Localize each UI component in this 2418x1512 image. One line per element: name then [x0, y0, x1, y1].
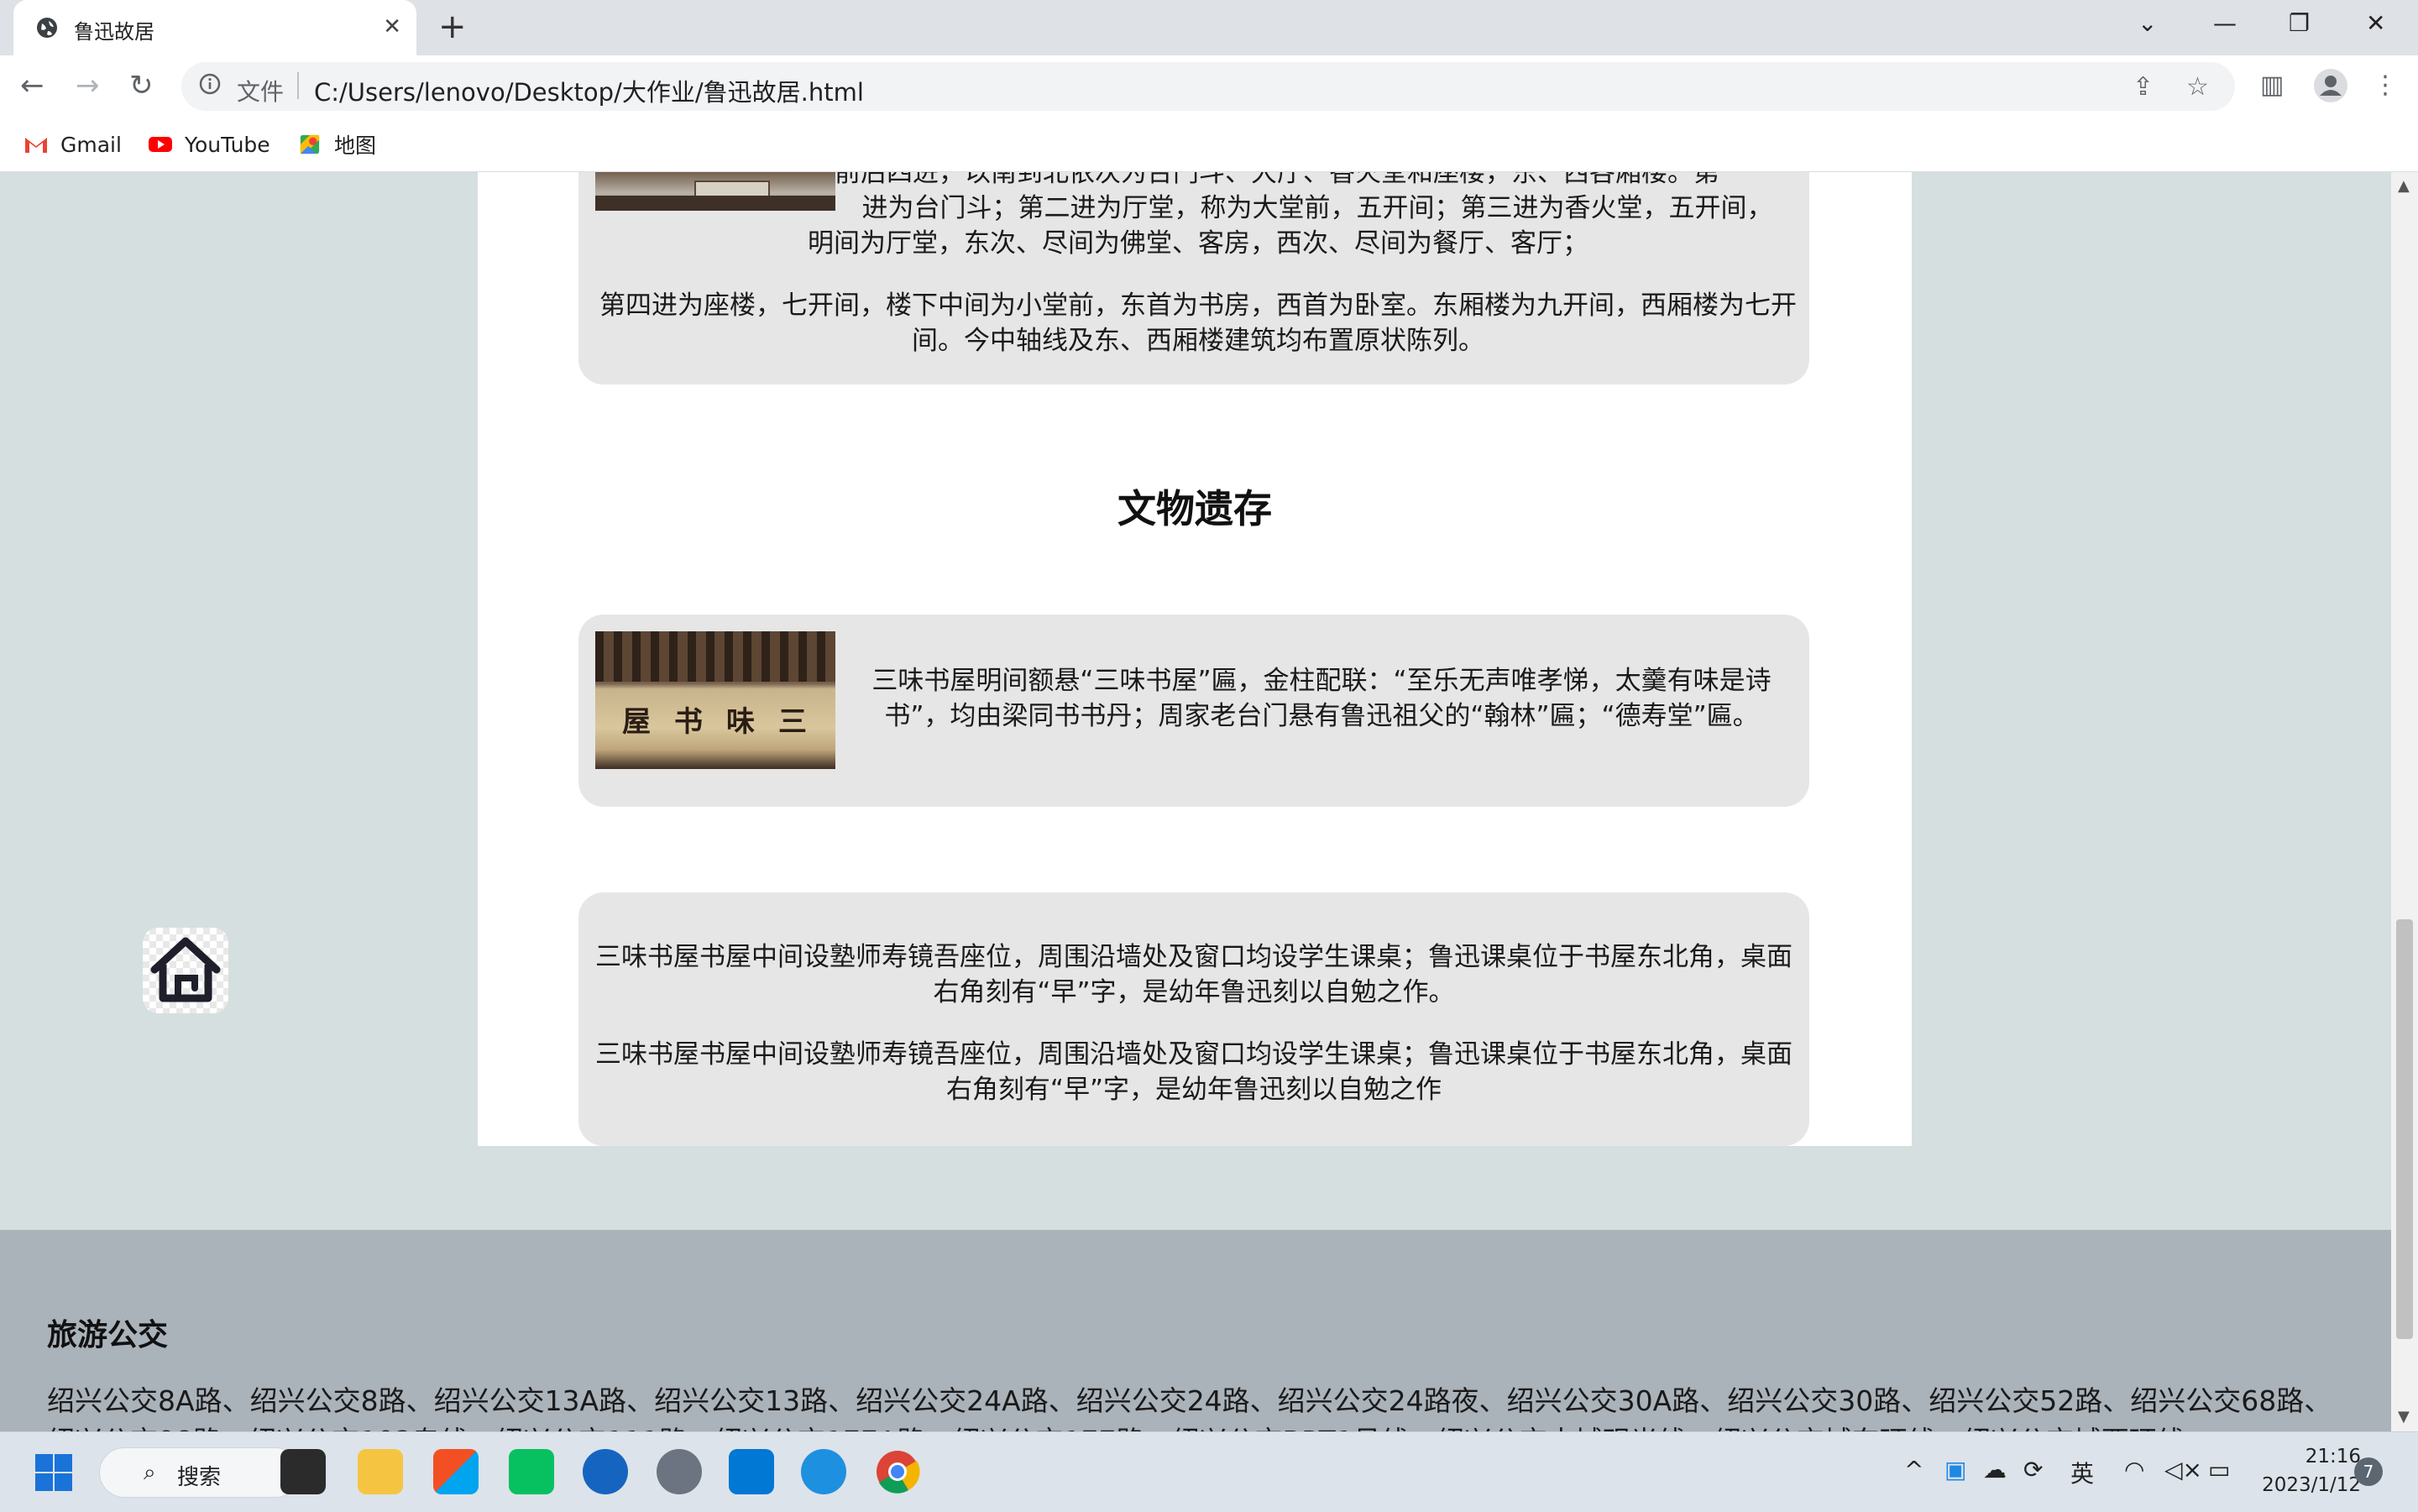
scroll-thumb[interactable] [2396, 919, 2413, 1339]
bus-routes: 绍兴公交8A路、绍兴公交8路、绍兴公交13A路、绍兴公交13路、绍兴公交24A路… [47, 1384, 2332, 1431]
relics-text: 三味书屋明间额悬“三味书屋”匾，金柱配联：“至乐无声唯孝悌，太羹有味是诗书”，均… [871, 666, 1772, 731]
layout-line-3: 明间为厅堂，东次、尽间为佛堂、客房，西次、尽间为餐厅、客厅； [808, 228, 1588, 259]
start-windows-icon[interactable] [34, 1452, 74, 1493]
file-explorer-icon[interactable] [358, 1449, 403, 1494]
tray-app-icon[interactable]: ▣ [1944, 1456, 1966, 1483]
wifi-icon[interactable]: ◠ [2124, 1456, 2144, 1483]
security-shield-icon[interactable] [583, 1449, 628, 1494]
page-scrollbar[interactable]: ▲ ▼ [2391, 172, 2418, 1431]
tab-close-button[interactable]: ✕ [383, 13, 401, 40]
page-viewport: 前后四进，以南到北依次为台门斗、大厅、香火堂和座楼，东、西各厢楼。第 进为台门斗… [0, 172, 2391, 1431]
layout-line-1: 前后四进，以南到北依次为台门斗、大厅、香火堂和座楼，东、西各厢楼。第 [835, 172, 1719, 188]
url-scheme-label: 文件 [237, 78, 285, 106]
scroll-down-icon[interactable]: ▼ [2398, 1408, 2410, 1426]
vscode-icon[interactable] [729, 1449, 774, 1494]
youtube-icon [149, 137, 172, 152]
home-icon [150, 937, 221, 1002]
gmail-icon [25, 138, 47, 153]
globe-icon [37, 18, 57, 38]
info-icon [199, 73, 221, 95]
home-button[interactable] [143, 928, 228, 1013]
search-icon: ⌕ [144, 1460, 156, 1485]
section-title: 文物遗存 [1117, 486, 1272, 531]
restore-icon[interactable]: ❐ [2289, 7, 2310, 40]
side-panel-icon[interactable]: ▥ [2260, 71, 2284, 100]
browser-toolbar: ← → ↻ 文件 C:/Users/lenovo/Desktop/大作业/鲁迅故… [0, 55, 2418, 119]
plaque-char: 味 [726, 705, 755, 739]
tab-active[interactable]: 鲁迅故居 ✕ [13, 0, 416, 55]
clock-date: 2023/1/12 [2262, 1474, 2361, 1496]
layout-card: 前后四进，以南到北依次为台门斗、大厅、香火堂和座楼，东、西各厢楼。第 进为台门斗… [578, 172, 1809, 385]
clock-time: 21:16 [2305, 1446, 2361, 1468]
url-text[interactable]: C:/Users/lenovo/Desktop/大作业/鲁迅故居.html [314, 73, 864, 108]
close-window-icon[interactable]: ✕ [2366, 7, 2385, 40]
layout-paragraph-2: 第四进为座楼，七开间，楼下中间为小堂前，东首为书房，西首为卧室。东厢楼为九开间，… [599, 290, 1797, 356]
scroll-up-icon[interactable]: ▲ [2398, 177, 2410, 195]
bookmark-label: Gmail [60, 132, 122, 157]
onedrive-icon[interactable]: ☁ [1983, 1456, 2007, 1483]
task-view-icon[interactable] [280, 1449, 326, 1494]
minimize-icon[interactable]: — [2213, 7, 2237, 40]
chrome-icon[interactable] [875, 1449, 920, 1494]
bookmark-maps[interactable]: 地图 [297, 129, 376, 160]
ms-store-icon[interactable] [433, 1449, 479, 1494]
study-paragraph-2: 三味书屋书屋中间设塾师寿镜吾座位，周围沿墙处及窗口均设学生课桌；鲁迅课桌位于书屋… [595, 1039, 1793, 1105]
back-icon[interactable]: ← [20, 67, 44, 104]
forward-icon[interactable]: → [76, 67, 100, 104]
transport-footer: 旅游公交 绍兴公交8A路、绍兴公交8路、绍兴公交13A路、绍兴公交13路、绍兴公… [0, 1230, 2391, 1431]
notification-badge[interactable]: 7 [2354, 1457, 2383, 1486]
bookmark-gmail[interactable]: Gmail [24, 129, 122, 160]
relics-card: 屋 书 味 三 三味书屋明间额悬“三味书屋”匾，金柱配联：“至乐无声唯孝悌，太羹… [578, 615, 1809, 807]
ime-indicator[interactable]: 英 [2070, 1456, 2094, 1489]
internet-explorer-icon[interactable] [801, 1449, 846, 1494]
settings-gear-icon[interactable] [657, 1449, 702, 1494]
bookmark-star-icon[interactable]: ☆ [2186, 74, 2209, 101]
sync-icon[interactable]: ⟳ [2023, 1456, 2043, 1483]
plaque-char: 屋 [622, 705, 651, 739]
content-column: 前后四进，以南到北依次为台门斗、大厅、香火堂和座楼，东、西各厢楼。第 进为台门斗… [478, 172, 1912, 1146]
tab-search-chevron-icon[interactable]: ⌄ [2138, 7, 2157, 40]
windows-taskbar: ⌕ 搜索 ^ ▣ ☁ ⟳ 英 ◠ ◁× ▭ 21:16 2023/1/12 7 [0, 1431, 2418, 1512]
study-card: 三味书屋书屋中间设塾师寿镜吾座位，周围沿墙处及窗口均设学生课桌；鲁迅课桌位于书屋… [578, 892, 1809, 1146]
bookmark-label: 地图 [334, 133, 377, 158]
wechat-icon[interactable] [509, 1449, 554, 1494]
tab-title: 鲁迅故居 [74, 20, 154, 44]
bookmark-youtube[interactable]: YouTube [148, 129, 270, 160]
plaque-char: 书 [674, 705, 703, 739]
share-icon[interactable]: ⇪ [2133, 74, 2154, 101]
plaque-char: 三 [778, 705, 807, 739]
volume-muted-icon[interactable]: ◁× [2164, 1456, 2202, 1483]
bookmarks-bar: Gmail YouTube 地图 [0, 119, 2418, 172]
menu-kebab-icon[interactable]: ⋮ [2373, 71, 2398, 100]
layout-line-2: 进为台门斗；第二进为厅堂，称为大堂前，五开间；第三进为香火堂，五开间， [861, 193, 1773, 223]
bookmark-label: YouTube [185, 132, 270, 157]
plaque-photo: 屋 书 味 三 [595, 631, 835, 769]
battery-icon[interactable]: ▭ [2208, 1456, 2230, 1483]
reload-icon[interactable]: ↻ [129, 67, 154, 104]
profile-avatar-icon[interactable] [2312, 67, 2349, 104]
taskbar-search-label: 搜索 [177, 1465, 222, 1490]
study-paragraph-1: 三味书屋书屋中间设塾师寿镜吾座位，周围沿墙处及窗口均设学生课桌；鲁迅课桌位于书屋… [595, 942, 1793, 1007]
address-bar[interactable]: 文件 C:/Users/lenovo/Desktop/大作业/鲁迅故居.html… [181, 62, 2235, 111]
courtyard-photo [595, 172, 835, 211]
maps-icon [300, 134, 320, 154]
new-tab-button[interactable]: + [438, 8, 467, 45]
taskbar-search[interactable]: ⌕ 搜索 [99, 1447, 301, 1498]
footer-title: 旅游公交 [47, 1318, 169, 1352]
url-divider [297, 72, 299, 99]
tray-overflow-icon[interactable]: ^ [1904, 1456, 1923, 1483]
system-clock[interactable]: 21:16 2023/1/12 [2252, 1442, 2361, 1499]
tab-strip: 鲁迅故居 ✕ + ⌄ — ❐ ✕ [0, 0, 2418, 55]
